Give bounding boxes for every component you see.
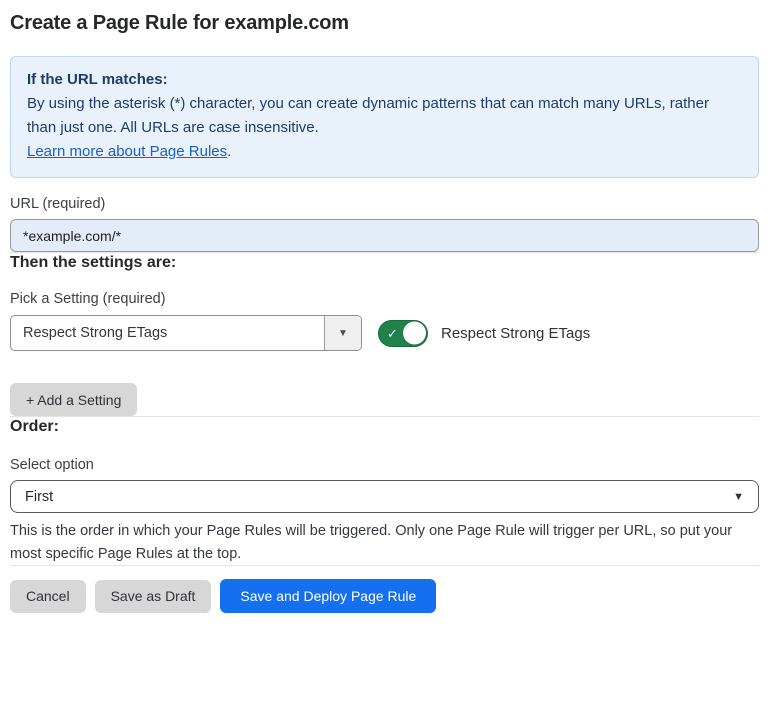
order-help-text: This is the order in which your Page Rul… bbox=[10, 520, 759, 565]
chevron-down-icon: ▼ bbox=[733, 491, 744, 503]
toggle-knob bbox=[403, 322, 426, 345]
learn-more-link[interactable]: Learn more about Page Rules bbox=[27, 143, 227, 160]
setting-row: Respect Strong ETags ▼ ✓ Respect Strong … bbox=[10, 315, 759, 351]
section-divider bbox=[10, 565, 759, 566]
create-page-rule-form: Create a Page Rule for example.com If th… bbox=[0, 0, 769, 613]
info-box-body: By using the asterisk (*) character, you… bbox=[27, 92, 733, 140]
link-suffix-period: . bbox=[227, 143, 231, 160]
cancel-button[interactable]: Cancel bbox=[10, 580, 86, 613]
setting-select-value: Respect Strong ETags bbox=[11, 316, 324, 350]
info-box-heading: If the URL matches: bbox=[27, 68, 742, 92]
url-label: URL (required) bbox=[10, 196, 759, 212]
order-section-heading: Order: bbox=[10, 417, 759, 436]
page-title: Create a Page Rule for example.com bbox=[10, 12, 759, 35]
order-select-dropdown[interactable]: First ▼ bbox=[10, 480, 759, 513]
url-input[interactable] bbox=[10, 219, 759, 252]
order-select-value: First bbox=[25, 489, 53, 505]
save-as-draft-button[interactable]: Save as Draft bbox=[95, 580, 212, 613]
action-buttons-row: Cancel Save as Draft Save and Deploy Pag… bbox=[10, 579, 759, 613]
settings-section-heading: Then the settings are: bbox=[10, 253, 759, 272]
setting-select-dropdown[interactable]: Respect Strong ETags ▼ bbox=[10, 315, 362, 351]
url-match-info-box: If the URL matches: By using the asteris… bbox=[10, 56, 759, 178]
info-box-link-line: Learn more about Page Rules. bbox=[27, 140, 742, 164]
check-icon: ✓ bbox=[387, 327, 398, 340]
respect-etags-toggle[interactable]: ✓ bbox=[378, 320, 428, 347]
add-setting-button[interactable]: + Add a Setting bbox=[10, 383, 137, 416]
order-select-label: Select option bbox=[10, 457, 759, 473]
chevron-down-icon: ▼ bbox=[338, 328, 348, 339]
toggle-label: Respect Strong ETags bbox=[441, 325, 590, 342]
setting-select-arrow-button[interactable]: ▼ bbox=[324, 316, 361, 350]
save-and-deploy-button[interactable]: Save and Deploy Page Rule bbox=[220, 579, 436, 613]
pick-setting-label: Pick a Setting (required) bbox=[10, 291, 759, 307]
